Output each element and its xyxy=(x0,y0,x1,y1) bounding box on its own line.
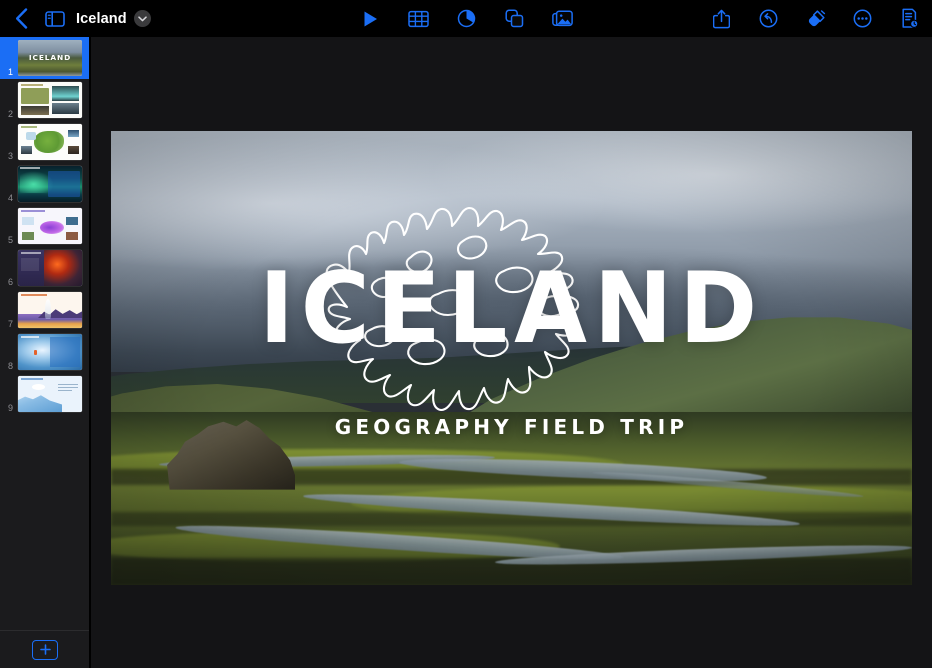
slide-thumb-image-9 xyxy=(18,376,82,412)
share-icon xyxy=(712,9,730,28)
slide-thumb-3[interactable]: 3 xyxy=(0,121,89,163)
thumb-art-6 xyxy=(18,250,82,286)
toolbar: Iceland xyxy=(0,0,932,37)
play-button[interactable] xyxy=(355,4,385,34)
thumb-art-5 xyxy=(18,208,82,244)
undo-icon xyxy=(759,9,777,28)
toolbar-right-group xyxy=(706,0,924,37)
play-icon xyxy=(364,11,377,26)
table-icon xyxy=(407,10,429,27)
shape-button[interactable] xyxy=(499,4,529,34)
toolbar-left-group: Iceland xyxy=(0,4,151,34)
slide-thumb-image-1: ICELAND xyxy=(18,40,82,76)
chevron-down-icon xyxy=(137,15,147,21)
slide-thumb-image-3 xyxy=(18,124,82,160)
shape-icon xyxy=(504,9,523,28)
document-options-icon xyxy=(901,8,918,28)
table-button[interactable] xyxy=(403,4,433,34)
slide-thumb-2[interactable]: 2 xyxy=(0,79,89,121)
slide-thumb-7[interactable]: 7 xyxy=(0,289,89,331)
add-slide-button[interactable] xyxy=(32,639,58,660)
more-button[interactable] xyxy=(847,4,877,34)
more-icon xyxy=(853,9,871,28)
thumb-art-3 xyxy=(18,124,82,160)
plus-icon xyxy=(39,644,51,655)
media-icon xyxy=(551,9,573,26)
thumb-art-9 xyxy=(18,376,82,412)
thumb-art-7 xyxy=(18,292,82,328)
slide-thumbnail-list: 1 ICELAND 2 3 4 5 6 7 8 9 xyxy=(0,37,89,415)
keynote-window: Iceland 1 ICELAND 2 3 4 5 6 7 8 9 ICELAN… xyxy=(0,0,932,668)
slide-thumb-image-6 xyxy=(18,250,82,286)
slide-number: 1 xyxy=(8,67,14,77)
slide-thumb-image-5 xyxy=(18,208,82,244)
document-options-button[interactable] xyxy=(894,4,924,34)
slide-thumb-1[interactable]: 1 ICELAND xyxy=(0,37,89,79)
share-button[interactable] xyxy=(706,4,736,34)
slide-thumb-image-7 xyxy=(18,292,82,328)
slide-thumb-9[interactable]: 9 xyxy=(0,373,89,415)
slide-number: 3 xyxy=(8,151,14,161)
back-button[interactable] xyxy=(6,4,36,34)
add-slide-bar xyxy=(0,630,89,668)
slide-number: 8 xyxy=(8,361,14,371)
thumb-title-1: ICELAND xyxy=(28,52,72,62)
document-title: Iceland xyxy=(76,10,127,27)
slide-thumb-5[interactable]: 5 xyxy=(0,205,89,247)
document-title-menu-button[interactable] xyxy=(133,10,151,27)
media-button[interactable] xyxy=(547,4,577,34)
slide-number: 2 xyxy=(8,109,14,119)
sidebar-toggle-button[interactable] xyxy=(40,4,70,34)
slide-thumb-8[interactable]: 8 xyxy=(0,331,89,373)
sidebar-icon xyxy=(45,10,65,27)
thumb-art-2 xyxy=(18,82,82,118)
chevron-left-icon xyxy=(15,8,27,29)
slide-navigator-sidebar[interactable]: 1 ICELAND 2 3 4 5 6 7 8 9 xyxy=(0,37,90,668)
slide-subtitle[interactable]: GEOGRAPHY FIELD TRIP xyxy=(111,415,912,439)
slide-thumb-6[interactable]: 6 xyxy=(0,247,89,289)
thumb-art-4 xyxy=(18,166,82,202)
slide-number: 9 xyxy=(8,403,14,413)
chart-icon xyxy=(457,9,475,28)
slide-number: 4 xyxy=(8,193,14,203)
slide-thumb-image-8 xyxy=(18,334,82,370)
slide-canvas[interactable]: ICELAND GEOGRAPHY FIELD TRIP xyxy=(91,37,932,668)
slide-thumb-image-4 xyxy=(18,166,82,202)
slide-number: 6 xyxy=(8,277,14,287)
undo-button[interactable] xyxy=(753,4,783,34)
slide-title[interactable]: ICELAND xyxy=(127,260,896,358)
chart-button[interactable] xyxy=(451,4,481,34)
slide-thumb-image-2 xyxy=(18,82,82,118)
slide-1-editor[interactable]: ICELAND GEOGRAPHY FIELD TRIP xyxy=(111,131,912,585)
slide-thumb-4[interactable]: 4 xyxy=(0,163,89,205)
thumb-art-8 xyxy=(18,334,82,370)
format-brush-icon xyxy=(808,9,825,26)
format-brush-button[interactable] xyxy=(800,4,830,34)
slide-number: 7 xyxy=(8,319,14,329)
slide-number: 5 xyxy=(8,235,14,245)
